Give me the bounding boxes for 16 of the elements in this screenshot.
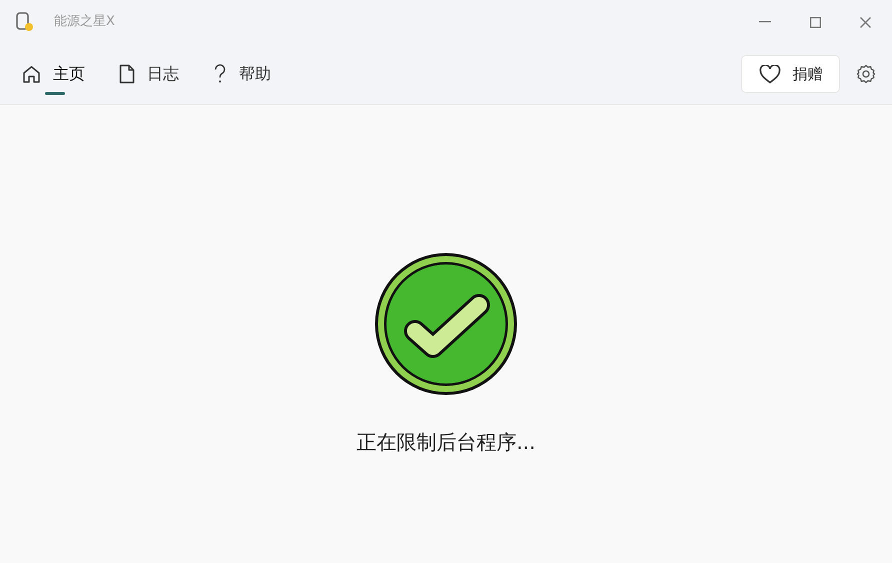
window-title: 能源之星X (54, 13, 115, 32)
nav-tab[interactable]: 主页 (12, 51, 95, 97)
document-icon (119, 64, 135, 84)
heart-icon (758, 64, 780, 84)
nav-tab[interactable]: 帮助 (203, 51, 281, 97)
donate-button[interactable]: 捐赠 (741, 55, 840, 93)
nav-tab[interactable]: 日志 (109, 51, 189, 97)
maximize-icon (810, 16, 820, 28)
settings-icon[interactable] (856, 64, 876, 84)
question-icon (213, 64, 227, 84)
close-icon (860, 16, 870, 28)
success-check-icon (373, 251, 519, 397)
app-icon (16, 12, 34, 32)
minimize-icon (759, 21, 771, 23)
home-icon (22, 64, 41, 84)
status-message: 正在限制后台程序... (356, 429, 536, 456)
